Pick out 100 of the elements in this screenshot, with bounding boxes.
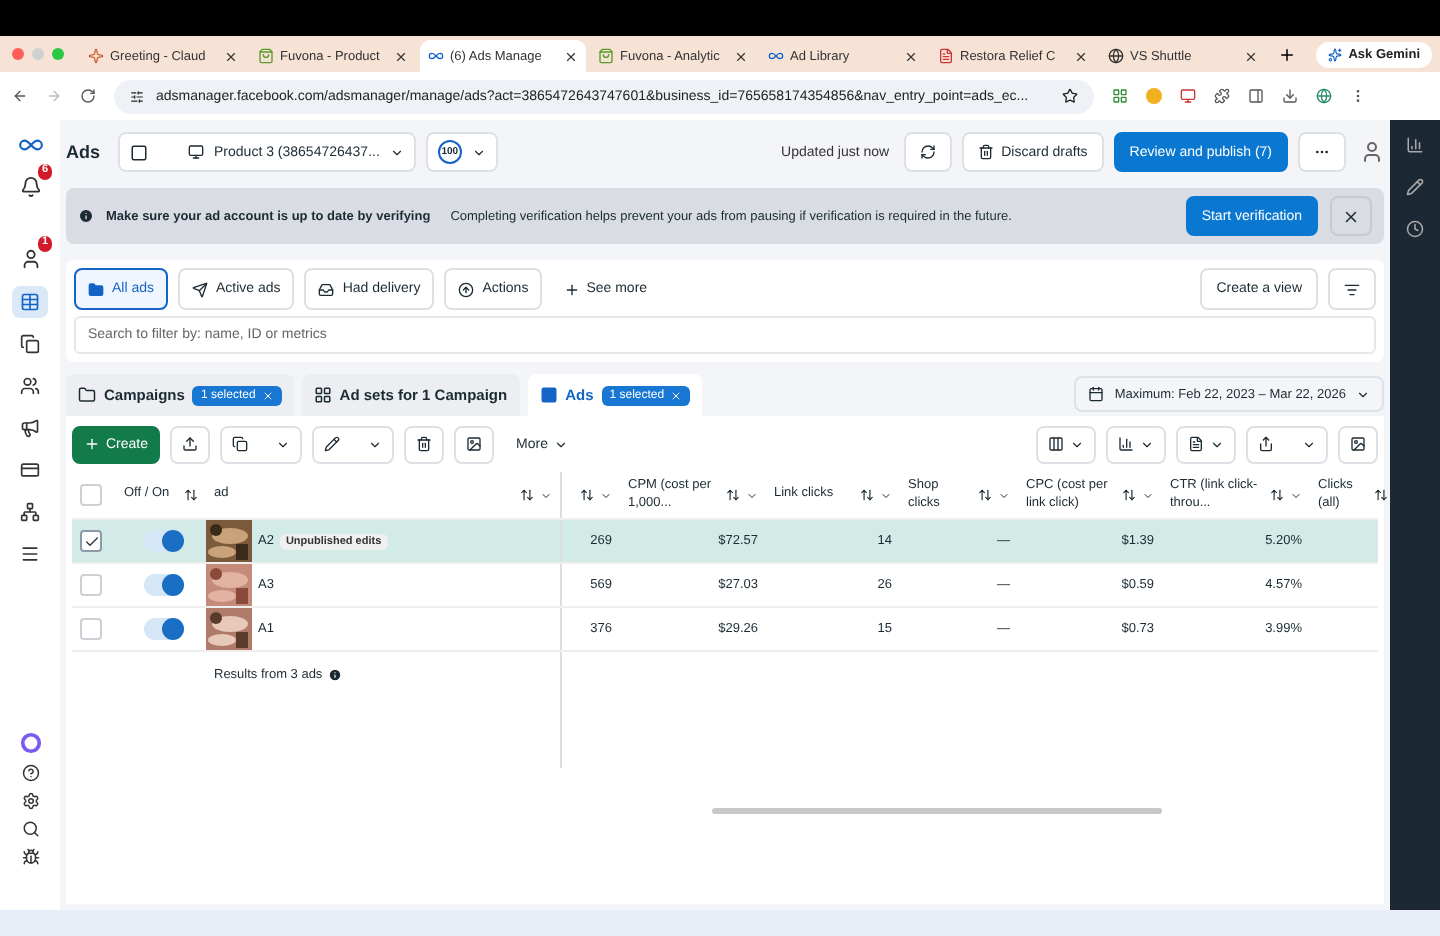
info-icon [78, 208, 94, 224]
clock-icon[interactable] [1406, 220, 1424, 238]
bag-icon [598, 48, 614, 64]
bag-icon [258, 48, 274, 64]
profile-icon[interactable] [1316, 88, 1332, 104]
duplicate-button[interactable] [220, 425, 303, 463]
edit-button[interactable] [312, 425, 395, 463]
caret-icon [389, 145, 404, 159]
refresh-icon [919, 144, 936, 160]
square-icon [130, 143, 149, 161]
network-icon [20, 502, 40, 522]
caret-icon [471, 145, 486, 159]
caret-icon [1290, 489, 1302, 501]
check-icon [83, 533, 99, 549]
close-icon [734, 49, 748, 63]
scrollbar[interactable] [712, 808, 1162, 814]
caret-icon [1210, 437, 1224, 451]
card-icon [20, 460, 40, 480]
columns-icon [1048, 436, 1064, 452]
close-icon [670, 389, 683, 401]
square-icon [539, 386, 558, 404]
sliders-icon [130, 89, 144, 103]
chart-button[interactable] [1338, 425, 1378, 463]
extensions-icon[interactable] [1214, 88, 1230, 104]
select-all-checkbox[interactable] [80, 484, 102, 506]
monitor-icon [188, 144, 205, 160]
sort-icon [978, 488, 992, 502]
ring-icon[interactable] [19, 732, 41, 754]
upload-icon [182, 436, 199, 452]
avatar-icon[interactable] [1360, 140, 1384, 164]
columns-button[interactable] [1036, 425, 1096, 463]
trash-icon [416, 436, 433, 452]
sidebar-item[interactable] [12, 286, 48, 318]
calendar-icon [1088, 386, 1105, 402]
sort-icon [860, 488, 874, 502]
breakdown-button[interactable] [1106, 425, 1166, 463]
close-icon [904, 49, 918, 63]
folder-icon [78, 386, 96, 404]
extension-icon[interactable] [1180, 88, 1196, 104]
star-icon [1062, 88, 1078, 104]
upload-button[interactable] [170, 425, 211, 463]
close-icon [394, 49, 408, 63]
row-checkbox[interactable] [80, 530, 102, 552]
megaphone-icon [20, 418, 40, 438]
info-icon[interactable] [328, 667, 343, 681]
arrow-circle-icon [458, 281, 475, 297]
back-icon[interactable] [12, 88, 28, 104]
new-tab-icon[interactable] [1278, 45, 1296, 63]
search-icon[interactable] [21, 820, 39, 838]
folder-icon [88, 281, 104, 297]
caret-icon [540, 489, 552, 501]
download-icon[interactable] [1282, 88, 1298, 104]
bar-chart-icon [1118, 436, 1134, 452]
delete-button[interactable] [404, 425, 445, 463]
preview-button[interactable] [454, 425, 495, 463]
plus-icon [564, 281, 581, 297]
grid-icon [313, 386, 332, 404]
document-icon [1188, 436, 1204, 452]
toggle-switch[interactable] [144, 574, 184, 596]
page-title: Ads [66, 142, 101, 162]
sort-icon [726, 488, 740, 502]
copy-icon [232, 436, 249, 452]
close-icon [1074, 49, 1088, 63]
close-icon [224, 49, 238, 63]
sparkle-icon [1328, 47, 1343, 61]
row-checkbox[interactable] [80, 574, 102, 596]
user-icon[interactable] [19, 247, 41, 269]
copy-icon [20, 334, 40, 354]
menu-icon [20, 544, 40, 564]
reload-icon[interactable] [80, 88, 96, 104]
bar-chart-icon[interactable] [1406, 136, 1424, 154]
caret-icon [998, 489, 1010, 501]
toggle-switch[interactable] [144, 618, 184, 640]
globe-icon [1108, 48, 1124, 64]
filter-icon [1344, 281, 1360, 297]
caret-icon [600, 489, 612, 501]
caret-icon [276, 437, 291, 451]
close-icon [564, 49, 578, 63]
sort-icon [1270, 488, 1284, 502]
reports-button[interactable] [1176, 425, 1236, 463]
settings-icon[interactable] [21, 792, 39, 810]
bug-icon[interactable] [21, 848, 39, 866]
toggle-switch[interactable] [144, 530, 184, 552]
caret-icon [553, 437, 568, 451]
help-icon[interactable] [21, 764, 39, 782]
infinity-icon [768, 48, 784, 64]
close-button[interactable] [1330, 196, 1372, 236]
sort-icon [184, 488, 198, 502]
bell-icon[interactable] [19, 175, 41, 197]
extension-icon[interactable] [1112, 88, 1128, 104]
refresh-button[interactable] [903, 132, 952, 172]
caret-icon [1140, 437, 1154, 451]
sort-icon [580, 488, 594, 502]
close-icon [1342, 207, 1360, 225]
row-checkbox[interactable] [80, 618, 102, 640]
caret-icon [1356, 387, 1370, 401]
export-button[interactable] [1246, 425, 1328, 463]
side-panel-icon[interactable] [1248, 88, 1264, 104]
pencil-icon[interactable] [1406, 178, 1424, 196]
caret-icon [1302, 437, 1316, 451]
